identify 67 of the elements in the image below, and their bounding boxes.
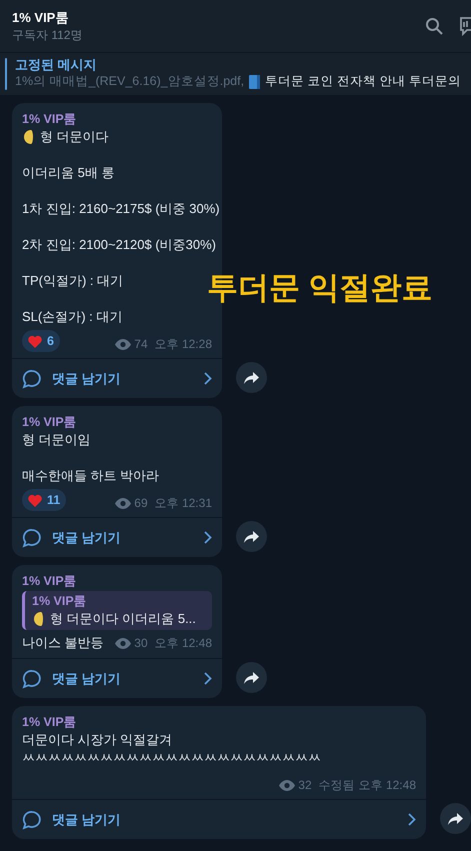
view-count: 30 xyxy=(134,635,148,651)
message-text: TP(익절가) : 대기 xyxy=(22,272,124,290)
quote-sender: 1% VIP룸 xyxy=(32,593,88,610)
heart-icon xyxy=(28,334,42,348)
eye-icon xyxy=(115,638,132,648)
share-button[interactable] xyxy=(440,803,471,834)
pinned-message-bar[interactable]: 고정된 메시지 1%의 매매법_(REV_6.16)_암호설정.pdf, 투더문 코인 전자책 안내 투더문의 xyxy=(0,52,471,95)
share-button[interactable] xyxy=(236,521,267,552)
book-icon xyxy=(249,74,260,88)
view-count: 74 xyxy=(134,336,148,352)
pinned-label: 고정된 메시지 xyxy=(15,56,98,73)
message-text: SL(손절가) : 대기 xyxy=(22,308,122,326)
heart-reaction[interactable]: 11 xyxy=(22,489,66,511)
search-icon[interactable] xyxy=(425,17,443,35)
comment-button[interactable]: 댓글 남기기 xyxy=(12,658,222,698)
sender-name: 1% VIP룸 xyxy=(22,714,77,731)
share-icon xyxy=(244,672,259,684)
eye-icon xyxy=(115,498,132,508)
edited-label: 수정됨 xyxy=(318,777,355,793)
comment-button[interactable]: 댓글 남기기 xyxy=(12,799,426,839)
sender-name: 1% VIP룸 xyxy=(22,573,77,590)
share-icon xyxy=(448,812,463,824)
channel-title: 1% VIP룸 xyxy=(12,9,70,27)
share-button[interactable] xyxy=(236,662,267,693)
heart-reaction[interactable]: 6 xyxy=(22,330,60,352)
view-count: 32 xyxy=(298,777,312,793)
message-time: 오후 12:28 xyxy=(154,336,212,352)
comment-icon xyxy=(22,368,42,388)
sender-name: 1% VIP룸 xyxy=(22,414,77,431)
chevron-icon xyxy=(408,813,416,826)
message-text: 형 더문이다 xyxy=(40,128,109,146)
chevron-icon xyxy=(204,672,212,685)
quote-text: 형 더문이다 이더리움 5... xyxy=(50,610,196,628)
comment-icon xyxy=(22,528,42,548)
view-count: 69 xyxy=(134,495,148,511)
comment-icon xyxy=(22,810,42,830)
overlay-caption: 투더문 익절완료 xyxy=(207,269,433,307)
message-text: 더문이다 시장가 익절갈겨 xyxy=(22,731,172,749)
pinned-preview: 투더문 코인 전자책 안내 투더문의 xyxy=(265,73,461,90)
pinned-file-name: 1%의 매매법_(REV_6.16)_암호설정.pdf, xyxy=(15,73,244,90)
heart-icon xyxy=(28,494,42,506)
moon-icon xyxy=(22,129,36,145)
message-text: 2차 진입: 2100~2120$ (비중30%) xyxy=(22,236,216,254)
chevron-icon xyxy=(204,372,212,385)
message-text: ㅆㅆㅆㅆㅆㅆㅆㅆㅆㅆㅆㅆㅆㅆㅆㅆㅆㅆㅆㅆㅆㅆㅆ xyxy=(22,749,321,767)
message-text: 1차 진입: 2160~2175$ (비중 30%) xyxy=(22,200,220,218)
share-icon xyxy=(244,530,259,542)
sender-name: 1% VIP룸 xyxy=(22,111,77,128)
message-time: 오후 12:48 xyxy=(154,635,212,651)
eye-icon xyxy=(279,780,296,790)
message-text: 나이스 불반등 xyxy=(22,634,104,652)
reply-quote[interactable]: 1% VIP룸 형 더문이다 이더리움 5... xyxy=(22,591,212,630)
message-text: 이더리움 5배 롱 xyxy=(22,164,114,182)
comment-button[interactable]: 댓글 남기기 xyxy=(12,517,222,557)
eye-icon xyxy=(115,338,132,350)
message-text: 매수한애들 하트 박아라 xyxy=(22,467,160,485)
message-time: 오후 12:48 xyxy=(358,777,416,793)
message-time: 오후 12:31 xyxy=(154,495,212,511)
chevron-icon xyxy=(204,531,212,544)
moon-icon xyxy=(32,611,46,627)
subscriber-count: 구독자 112명 xyxy=(12,27,84,43)
message-text: 형 더문이임 xyxy=(22,431,91,449)
chat-icon[interactable] xyxy=(459,16,471,36)
comment-button[interactable]: 댓글 남기기 xyxy=(12,358,222,398)
share-icon xyxy=(244,372,259,384)
share-button[interactable] xyxy=(236,362,267,393)
comment-icon xyxy=(22,668,42,688)
